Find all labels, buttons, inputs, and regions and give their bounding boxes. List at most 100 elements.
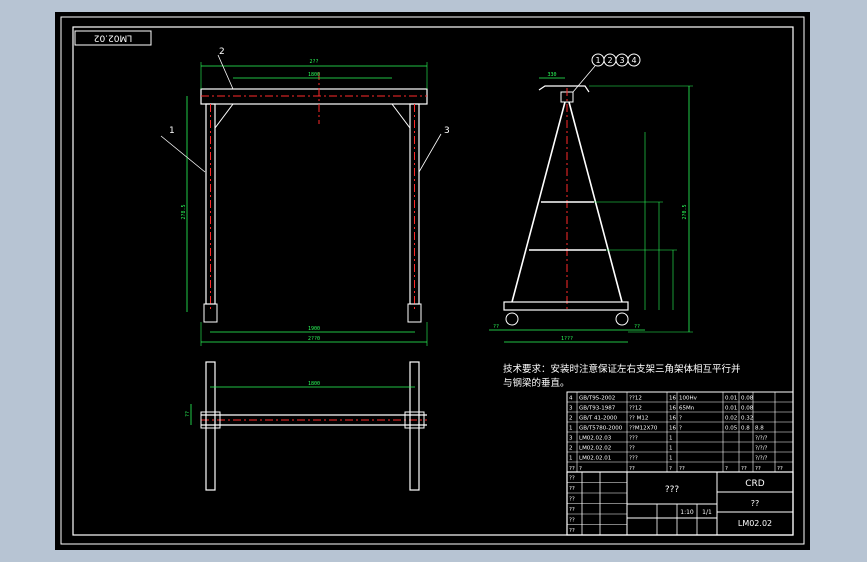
parts-cell-no: 3 [569,436,573,442]
parts-header-cell: ? [725,466,728,472]
parts-header-cell: ?? [679,466,685,472]
parts-cell-material: ? [679,426,682,432]
parts-cell-code: LM02.02.02 [579,446,611,452]
tb-row-label: ?? [569,497,575,503]
parts-header-cell: ?? [755,466,761,472]
tech-req-line-1: 技术要求：安装时注意保证左右支架三角架体相互平行并 [503,363,741,375]
dim-front-bottom-outer: 2??0 [308,336,320,342]
cad-drawing: LM02.02 2?? 1800 2?8.5 1900 2??0 1 2 3 3… [60,16,805,545]
wheel-left [505,312,519,326]
outer-frame [60,16,805,545]
drawing-number-stamp: LM02.02 [94,33,133,43]
parts-cell-note: ?/?/? [755,456,768,462]
balloon-group: 1 2 3 4 [591,53,641,67]
dim-side-bottom-left: ?? [493,324,499,330]
leader-balloons [572,65,596,93]
left-caster [203,303,218,323]
parts-cell-note: 8.8 [755,426,764,432]
right-gusset [391,103,411,130]
leader-3 [418,133,442,173]
dim-front-bottom-inner: 1900 [308,326,320,332]
parts-cell-name: ??M12X70 [629,426,658,432]
parts-cell-qty: 1 [669,456,673,462]
leader-1 [160,135,206,173]
plan-right-base [409,361,420,491]
plan-left-base [205,361,216,491]
parts-cell-qty: 16 [669,416,676,422]
dim-front-top-inner: 1800 [308,72,320,78]
parts-cell-qty: 16 [669,426,676,432]
parts-cell-code: GB/T93-1987 [579,406,616,412]
dim-side-top: 330 [547,72,556,78]
title-block-rows: ???????????? [567,476,627,536]
parts-cell-material: 100Hv [679,396,698,402]
side-view: 330 2?0.5 ?? 1??? ?? 1 2 3 4 [489,53,693,343]
parts-cell-code: GB/T5780-2000 [579,426,623,432]
side-base [503,301,629,311]
parts-cell-code: LM02.02.01 [579,456,611,462]
left-gusset [214,103,234,130]
parts-header-cell: ? [579,466,582,472]
dim-side-total-height: 2?0.5 [682,204,688,219]
parts-cell-w2: 0.08 [741,396,754,402]
plan-view: 1800 ?? [185,361,427,491]
parts-cell-w1: 0.02 [725,416,737,422]
drawing-sheet: LM02.02 2?? 1800 2?8.5 1900 2??0 1 2 3 3… [55,12,810,550]
parts-header-cell: ? [669,466,672,472]
parts-header-cell: ?? [629,466,635,472]
parts-cell-material: ? [679,416,682,422]
drawing-number: LM02.02 [738,519,772,528]
top-bracket [538,85,590,93]
part-name: ??? [665,485,680,495]
material: CRD [745,479,765,489]
parts-cell-w1: 0.01 [725,406,737,412]
parts-cell-qty: 16 [669,406,676,412]
parts-cell-qty: 1 [669,446,673,452]
parts-cell-no: 4 [569,396,573,402]
parts-list: 4 GB/T95-2002 ??12 16 100Hv 0.01 0.083 GB/T93-1… [566,391,794,473]
tb-row-label: ?? [569,486,575,492]
parts-cell-name: ?? [629,446,635,452]
scale: 1:10 [680,509,694,516]
callout-1: 1 [169,126,175,136]
parts-cell-note: ?/?/? [755,436,768,442]
dim-side-bottom-right: ?? [634,324,640,330]
parts-cell-no: 2 [569,416,573,422]
tb-row-label: ?? [569,528,575,534]
parts-cell-code: LM02.02.03 [579,436,612,442]
callout-3: 3 [444,126,450,136]
balloon-3-label: 3 [619,56,624,65]
parts-cell-name: ??12 [629,396,642,402]
parts-header-cell: ?? [569,466,575,472]
parts-cell-no: 1 [569,456,573,462]
dim-side-bottom-total: 1??? [561,336,573,342]
company: ?? [751,499,760,508]
dim-front-height: 2?8.5 [181,204,187,219]
balloon-2-label: 2 [607,56,612,65]
parts-cell-no: 3 [569,406,573,412]
parts-cell-w1: 0.05 [725,426,738,432]
parts-header-cell: ?? [741,466,747,472]
tech-req-line-2: 与钢梁的垂直。 [503,377,570,389]
parts-cell-qty: 1 [669,436,673,442]
parts-cell-code: GB/T95-2002 [579,396,615,402]
parts-cell-w2: 0.8 [741,426,750,432]
front-view: 2?? 1800 2?8.5 1900 2??0 1 2 3 [160,47,450,346]
parts-cell-no: 2 [569,446,573,452]
title-block: ???????????? ??? CRD ?? LM02.02 1:10 1/1 [566,471,794,536]
dim-front-top-outer: 2?? [309,59,318,65]
tb-row-label: ?? [569,476,575,482]
parts-cell-code: GB/T 41-2000 [579,416,617,422]
parts-cell-w2: 0.32 [741,416,753,422]
parts-cell-qty: 16 [669,396,676,402]
leader-2 [217,54,234,90]
dim-plan-width: 1800 [308,381,320,387]
parts-cell-name: ??? [629,456,638,462]
parts-cell-w2: 0.08 [741,406,754,412]
tb-row-label: ?? [569,518,575,524]
parts-cell-name: ??? [629,436,638,442]
inner-border [72,26,794,536]
parts-cell-name: ?? M12 [629,416,648,422]
balloon-4-label: 4 [631,56,636,65]
balloon-1-label: 1 [595,56,600,65]
